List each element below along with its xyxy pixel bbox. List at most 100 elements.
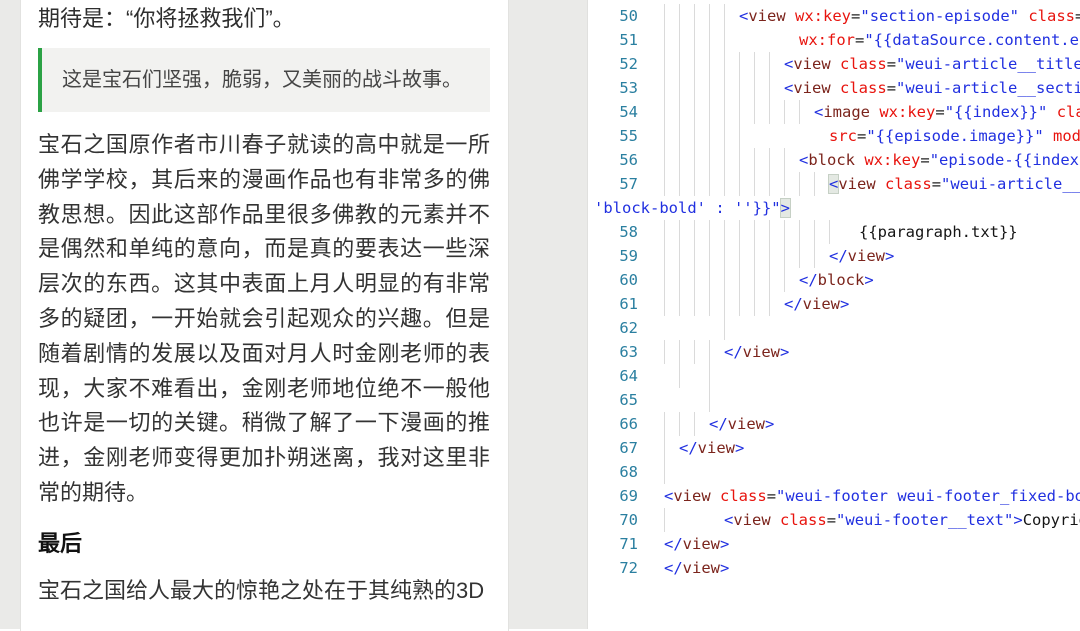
- code-line[interactable]: 57 <view class="weui-article__p {{paragra…: [588, 172, 1080, 196]
- code-line[interactable]: 58 {{paragraph.txt}}: [588, 220, 1080, 244]
- code-text: </view>: [724, 340, 789, 364]
- indent-guide: [739, 76, 740, 100]
- code-cell[interactable]: </view>: [664, 340, 789, 364]
- code-cell[interactable]: <block wx:key="episode-{{index}}": [664, 148, 1080, 172]
- code-line[interactable]: 70 <view class="weui-footer__text">Copyri…: [588, 508, 1080, 532]
- code-line[interactable]: 63 </view>: [588, 340, 1080, 364]
- code-cell[interactable]: <view wx:key="section-episode" class=: [664, 4, 1080, 28]
- line-number[interactable]: 51: [588, 28, 638, 52]
- line-number[interactable]: 66: [588, 412, 638, 436]
- code-line[interactable]: 61 </view>: [588, 292, 1080, 316]
- line-number[interactable]: 50: [588, 4, 638, 28]
- line-number[interactable]: 56: [588, 148, 638, 172]
- indent-guide: [664, 4, 665, 28]
- indent-guide: [664, 268, 665, 292]
- code-cell[interactable]: </view>: [664, 556, 729, 580]
- code-cell[interactable]: {{paragraph.txt}}: [664, 220, 1018, 244]
- line-number[interactable]: 53: [588, 76, 638, 100]
- code-line[interactable]: 54 <image wx:key="{{index}}" class=: [588, 100, 1080, 124]
- code-line[interactable]: 71 </view>: [588, 532, 1080, 556]
- indent-guide: [769, 52, 770, 76]
- code-line[interactable]: 56 <block wx:key="episode-{{index}}": [588, 148, 1080, 172]
- line-number[interactable]: 52: [588, 52, 638, 76]
- code-area[interactable]: 50<view wx:key="section-episode" class=5…: [588, 4, 1080, 580]
- line-number[interactable]: 54: [588, 100, 638, 124]
- line-number[interactable]: 64: [588, 364, 638, 388]
- code-cell[interactable]: wx:for="{{dataSource.content.episodes}}": [664, 28, 1080, 52]
- code-line[interactable]: 65: [588, 388, 1080, 412]
- line-number[interactable]: 57: [588, 172, 638, 196]
- line-number[interactable]: 68: [588, 460, 638, 484]
- code-cell[interactable]: <view class="weui-footer__text">Copyrigh…: [664, 508, 1080, 532]
- code-line[interactable]: 67 </view>: [588, 436, 1080, 460]
- indent-guide: [694, 220, 695, 244]
- code-line[interactable]: 72 </view>: [588, 556, 1080, 580]
- line-number[interactable]: 62: [588, 316, 638, 340]
- indent-guide: [679, 268, 680, 292]
- code-cell[interactable]: src="{{episode.image}}" mode=: [664, 124, 1080, 148]
- line-number[interactable]: 67: [588, 436, 638, 460]
- code-line[interactable]: 68: [588, 460, 1080, 484]
- code-token: >: [1013, 511, 1022, 529]
- line-number[interactable]: 63: [588, 340, 638, 364]
- code-line[interactable]: 64: [588, 364, 1080, 388]
- article-paragraph: 宝石之国原作者市川春子就读的高中就是一所佛学学校，其后来的漫画作品也有非常多的佛…: [38, 128, 490, 511]
- line-number[interactable]: 71: [588, 532, 638, 556]
- line-number[interactable]: 72: [588, 556, 638, 580]
- code-token: view: [748, 7, 795, 25]
- code-cell[interactable]: </view>: [664, 532, 729, 556]
- line-number[interactable]: 58: [588, 220, 638, 244]
- code-token: view: [728, 415, 765, 433]
- line-number[interactable]: 69: [588, 484, 638, 508]
- indent-guide: [799, 220, 800, 244]
- code-editor[interactable]: 50<view wx:key="section-episode" class=5…: [587, 0, 1080, 629]
- indent-guide: [724, 4, 725, 28]
- code-token: class: [840, 79, 887, 97]
- code-line[interactable]: 53 <view class="weui-article__section": [588, 76, 1080, 100]
- line-number[interactable]: 55: [588, 124, 638, 148]
- code-line-wrap[interactable]: 'block-bold' : ''}}">: [588, 196, 1080, 220]
- code-token: <: [814, 103, 823, 121]
- code-token: </: [709, 415, 728, 433]
- code-line[interactable]: 60 </block>: [588, 268, 1080, 292]
- indent-guide: [784, 244, 785, 268]
- code-line[interactable]: 62: [588, 316, 1080, 340]
- line-number[interactable]: 60: [588, 268, 638, 292]
- code-line[interactable]: 69 <view class="weui-footer weui-footer_f…: [588, 484, 1080, 508]
- code-cell[interactable]: </view>: [664, 436, 744, 460]
- code-line[interactable]: 50 <view wx:key="section-episode" class=: [588, 4, 1080, 28]
- indent-guide: [664, 340, 665, 364]
- indent-guide: [784, 100, 785, 124]
- indent-guide: [679, 244, 680, 268]
- indent-guide: [694, 28, 695, 52]
- code-line[interactable]: 55 src="{{episode.image}}" mode=: [588, 124, 1080, 148]
- line-number[interactable]: 70: [588, 508, 638, 532]
- code-cell[interactable]: <view class="weui-article__p {{paragraph: [664, 172, 1080, 196]
- code-line[interactable]: 52 <view class="weui-article__title": [588, 52, 1080, 76]
- code-token: class: [1028, 7, 1075, 25]
- line-number[interactable]: 61: [588, 292, 638, 316]
- code-cell[interactable]: </view>: [664, 244, 894, 268]
- indent-guide: [709, 220, 710, 244]
- code-text: <view class="weui-article__section": [784, 76, 1080, 100]
- code-cell[interactable]: <view class="weui-article__section": [664, 76, 1080, 100]
- code-line[interactable]: 51 wx:for="{{dataSource.content.episodes}…: [588, 28, 1080, 52]
- code-cell[interactable]: </block>: [664, 268, 874, 292]
- code-cell[interactable]: <image wx:key="{{index}}" class=: [664, 100, 1080, 124]
- code-line[interactable]: 59 </view>: [588, 244, 1080, 268]
- code-token: class: [1057, 103, 1080, 121]
- code-line[interactable]: 66 </view>: [588, 412, 1080, 436]
- code-cell[interactable]: </view>: [664, 412, 774, 436]
- indent-guide: [769, 220, 770, 244]
- code-token: >: [780, 343, 789, 361]
- code-cell[interactable]: <view class="weui-article__title": [664, 52, 1080, 76]
- code-cell[interactable]: </view>: [664, 292, 849, 316]
- code-cell[interactable]: 'block-bold' : ''}}">: [664, 196, 790, 220]
- code-cell[interactable]: <view class="weui-footer weui-footer_fix…: [664, 484, 1080, 508]
- line-number[interactable]: 65: [588, 388, 638, 412]
- indent-guide: [709, 340, 710, 364]
- indent-guide: [724, 124, 725, 148]
- code-token: =: [855, 31, 864, 49]
- code-token: view: [793, 55, 840, 73]
- line-number[interactable]: 59: [588, 244, 638, 268]
